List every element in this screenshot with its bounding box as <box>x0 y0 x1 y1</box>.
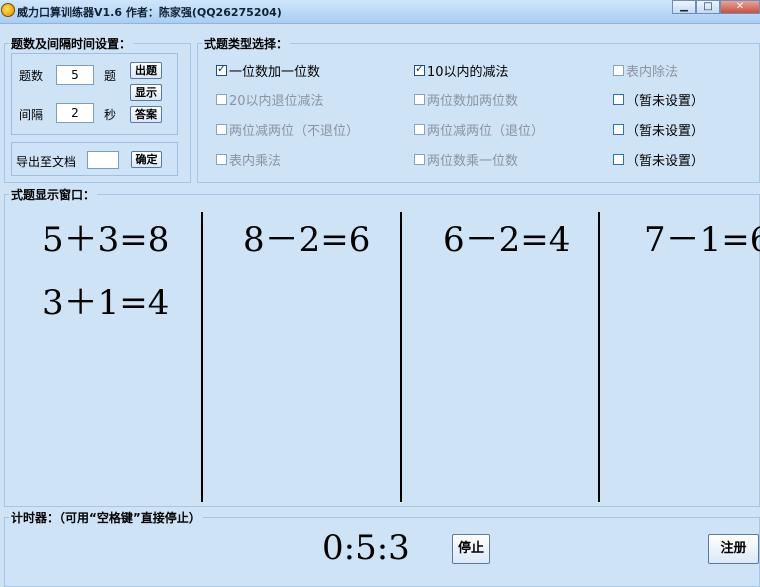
type-option-10[interactable]: 两位数乘一位数 <box>414 150 518 169</box>
checkbox[interactable] <box>414 124 425 135</box>
equation: 7－1=6 <box>644 220 760 260</box>
type-option-0[interactable]: ✓ 一位数加一位数 <box>216 61 320 80</box>
checkbox[interactable] <box>414 154 425 165</box>
checkbox[interactable] <box>216 154 227 165</box>
type-option-6[interactable]: 两位减两位（不退位） <box>216 120 359 139</box>
count-unit: 题 <box>104 69 117 83</box>
equation: 3＋1=4 <box>42 283 170 323</box>
checkbox[interactable] <box>613 94 624 105</box>
column-divider <box>598 212 600 502</box>
checkbox[interactable] <box>216 94 227 105</box>
close-button[interactable]: ✕ <box>720 0 760 14</box>
type-option-7[interactable]: 两位减两位（退位） <box>414 120 544 139</box>
maximize-button[interactable]: □ <box>696 0 720 14</box>
window-title: 威力口算训练器V1.6 作者：陈家强(QQ26275204) <box>17 6 282 19</box>
type-label: 两位数乘一位数 <box>427 154 519 169</box>
check-icon: ✓ <box>217 62 227 75</box>
window-controls: ▁ □ ✕ <box>672 0 760 14</box>
type-option-2[interactable]: 表内除法 <box>613 61 678 80</box>
stop-button[interactable]: 停止 <box>452 534 490 564</box>
type-label: 表内乘法 <box>229 154 282 169</box>
type-label: 两位数加两位数 <box>427 94 519 109</box>
type-label: 两位减两位（退位） <box>427 124 545 139</box>
generate-button[interactable]: 出题 <box>130 62 162 79</box>
export-input[interactable] <box>87 151 119 169</box>
column-divider <box>201 212 203 502</box>
type-label: 两位减两位（不退位） <box>229 124 360 139</box>
type-option-4[interactable]: 两位数加两位数 <box>414 90 518 109</box>
checkbox[interactable] <box>216 124 227 135</box>
type-option-5[interactable]: （暂未设置） <box>613 90 704 109</box>
checkbox[interactable] <box>414 94 425 105</box>
equation: 6－2=4 <box>443 220 571 260</box>
timer-legend: 计时器：（可用“空格键”直接停止） <box>11 511 201 525</box>
type-label: （暂未设置） <box>626 124 705 139</box>
type-label: （暂未设置） <box>626 94 705 109</box>
type-label: （暂未设置） <box>626 154 705 169</box>
interval-input[interactable] <box>56 103 94 123</box>
type-option-11[interactable]: （暂未设置） <box>613 150 704 169</box>
confirm-button[interactable]: 确定 <box>131 151 162 168</box>
equation: 8－2=6 <box>243 220 371 260</box>
show-button[interactable]: 显示 <box>130 84 162 101</box>
type-option-8[interactable]: （暂未设置） <box>613 120 704 139</box>
settings-legend: 题数及间隔时间设置： <box>11 37 132 51</box>
title-bar: 威力口算训练器V1.6 作者：陈家强(QQ26275204) ▁ □ ✕ <box>0 0 760 24</box>
type-option-1[interactable]: ✓ 10以内的减法 <box>414 61 509 80</box>
answer-button[interactable]: 答案 <box>130 106 162 123</box>
minimize-button[interactable]: ▁ <box>672 0 696 14</box>
type-label: 表内除法 <box>626 65 679 80</box>
equation: 5＋3=8 <box>42 220 170 260</box>
app-icon <box>1 3 15 17</box>
type-label: 一位数加一位数 <box>229 65 321 80</box>
count-input[interactable] <box>56 65 94 85</box>
check-icon: ✓ <box>415 62 425 75</box>
checkbox[interactable] <box>613 124 624 135</box>
count-label: 题数 <box>19 69 44 83</box>
type-label: 10以内的减法 <box>427 65 509 80</box>
export-label: 导出至文档 <box>16 155 77 169</box>
checkbox[interactable] <box>613 154 624 165</box>
display-legend: 式题显示窗口： <box>11 188 96 202</box>
type-option-3[interactable]: 20以内退位减法 <box>216 90 324 109</box>
types-legend: 式题类型选择： <box>204 37 289 51</box>
interval-label: 间隔 <box>19 108 44 122</box>
type-option-9[interactable]: 表内乘法 <box>216 150 281 169</box>
checkbox[interactable] <box>613 65 624 76</box>
type-label: 20以内退位减法 <box>229 94 324 109</box>
column-divider <box>400 212 402 502</box>
checkbox[interactable]: ✓ <box>414 62 425 76</box>
interval-unit: 秒 <box>104 108 117 122</box>
register-button[interactable]: 注册 <box>708 534 759 564</box>
timer-display: 0:5:3 <box>322 528 410 568</box>
checkbox[interactable]: ✓ <box>216 62 227 76</box>
